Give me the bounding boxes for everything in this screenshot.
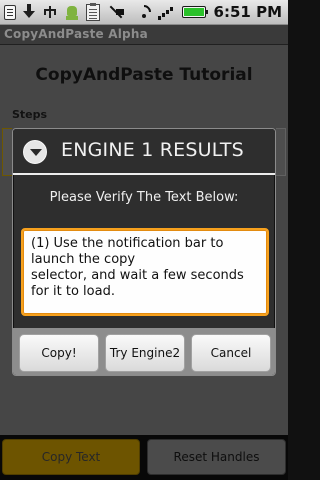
steps-box-left-edge (2, 128, 12, 176)
steps-label: Steps (12, 108, 48, 121)
download-icon (22, 4, 36, 20)
tutorial-heading: CopyAndPaste Tutorial (35, 65, 253, 85)
status-right-icons: 6:51 PM (114, 2, 284, 22)
dialog-button-bar: Copy! Try Engine2 Cancel (13, 328, 275, 375)
result-text[interactable]: (1) Use the notification bar to launch t… (31, 236, 261, 300)
try-engine2-button[interactable]: Try Engine2 (105, 334, 185, 372)
dialog-message: Please Verify The Text Below: (49, 190, 239, 205)
app-title: CopyAndPaste Alpha (4, 27, 148, 41)
muted-icon (114, 4, 130, 20)
usb-icon (42, 4, 58, 20)
copy-text-button[interactable]: Copy Text (2, 439, 140, 475)
dialog-title: ENGINE 1 RESULTS (61, 139, 244, 161)
android-icon (64, 3, 80, 21)
status-bar: 6:51 PM (0, 0, 288, 25)
wifi-icon (136, 4, 152, 20)
message-icon (4, 4, 16, 20)
dialog-header: ENGINE 1 RESULTS (13, 129, 275, 175)
battery-icon (181, 6, 208, 18)
steps-box-right-edge (276, 128, 286, 176)
cancel-button[interactable]: Cancel (191, 334, 271, 372)
app-title-bar: CopyAndPaste Alpha (0, 25, 288, 45)
clipboard-icon (86, 2, 100, 21)
engine-results-dialog: ENGINE 1 RESULTS Please Verify The Text … (12, 128, 276, 376)
android-screen: 6:51 PM CopyAndPaste Alpha CopyAndPaste … (0, 0, 288, 480)
signal-icon (157, 4, 176, 20)
status-time: 6:51 PM (213, 3, 282, 21)
status-left-icons (4, 2, 100, 21)
copy-button[interactable]: Copy! (19, 334, 99, 372)
reset-handles-button[interactable]: Reset Handles (147, 439, 286, 475)
bottom-button-bar: Copy Text Reset Handles (0, 435, 288, 480)
chevron-down-icon (23, 140, 47, 164)
result-textarea[interactable]: (1) Use the notification bar to launch t… (21, 228, 269, 316)
